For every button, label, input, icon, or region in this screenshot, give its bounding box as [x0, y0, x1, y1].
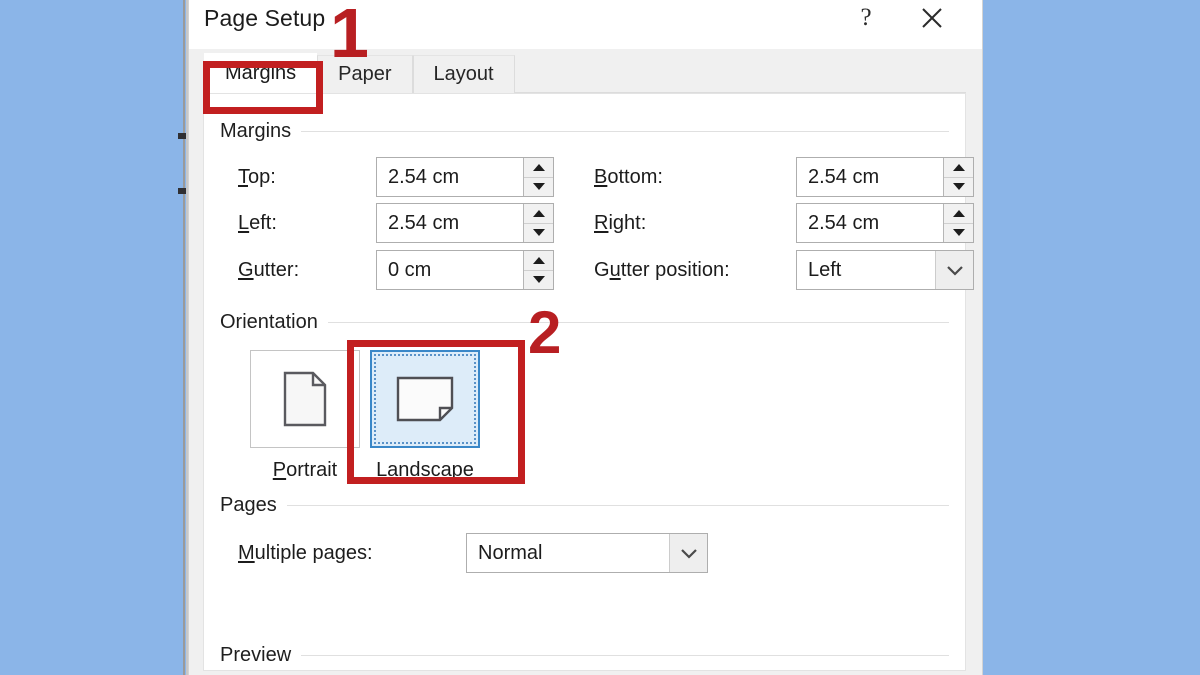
top-margin-spinner[interactable]: 2.54 cm — [376, 157, 554, 197]
multiple-pages-dropdown[interactable]: Normal — [466, 533, 708, 573]
top-margin-decrement-button[interactable] — [524, 178, 553, 197]
right-margin-decrement-button[interactable] — [944, 224, 973, 243]
margins-tab-panel: Margins Top: 2.54 cm Bottom: 2.54 cm Lef… — [203, 93, 974, 671]
question-mark-icon: ? — [860, 4, 872, 31]
tab-layout[interactable]: Layout — [412, 55, 515, 93]
gutter-decrement-button[interactable] — [524, 271, 553, 290]
triangle-down-icon — [532, 276, 545, 284]
gutter-position-label: Gutter position: — [594, 259, 730, 281]
tab-paper[interactable]: Paper — [317, 55, 413, 93]
preview-group-label: Preview — [220, 644, 292, 666]
top-margin-spin-buttons — [523, 158, 553, 196]
triangle-down-icon — [952, 183, 965, 191]
multiple-pages-value: Normal — [478, 541, 543, 564]
triangle-up-icon — [532, 163, 545, 171]
chevron-down-icon — [946, 265, 963, 276]
right-margin-increment-button[interactable] — [944, 204, 973, 224]
top-margin-increment-button[interactable] — [524, 158, 553, 178]
gutter-value[interactable]: 0 cm — [377, 251, 523, 289]
left-margin-spinner[interactable]: 2.54 cm — [376, 203, 554, 243]
right-margin-label: Right: — [594, 212, 647, 234]
dialog-title: Page Setup — [204, 5, 326, 31]
triangle-up-icon — [532, 209, 545, 217]
left-margin-increment-button[interactable] — [524, 204, 553, 224]
gutter-spin-buttons — [523, 251, 553, 289]
landscape-icon-wrap — [372, 352, 478, 446]
tab-margins-label: Margins — [225, 62, 297, 84]
close-button[interactable] — [906, 0, 958, 39]
left-margin-label: Left: — [238, 212, 277, 234]
portrait-orientation-option[interactable] — [250, 350, 360, 448]
portrait-orientation-caption: Portrait — [272, 459, 338, 481]
triangle-up-icon — [952, 163, 965, 171]
bottom-margin-decrement-button[interactable] — [944, 178, 973, 197]
left-margin-spin-buttons — [523, 204, 553, 242]
gutter-position-value: Left — [808, 258, 842, 281]
bottom-margin-value[interactable]: 2.54 cm — [797, 158, 943, 196]
help-button[interactable]: ? — [840, 0, 892, 39]
top-margin-label: Top: — [238, 166, 276, 188]
dialog-titlebar: Page Setup ? — [189, 0, 982, 49]
bottom-margin-label: Bottom: — [594, 166, 663, 188]
chevron-down-icon — [680, 548, 697, 559]
screen-background: Page Setup ? Margins Paper Layout Margin… — [0, 0, 1200, 675]
group-separator-rule — [301, 655, 949, 656]
orientation-group-header: Orientation — [220, 311, 949, 334]
landscape-orientation-option[interactable] — [370, 350, 480, 448]
bottom-margin-spin-buttons — [943, 158, 973, 196]
gutter-increment-button[interactable] — [524, 251, 553, 271]
ruler-tick-mark — [178, 133, 186, 139]
ruler-tick-mark — [178, 188, 186, 194]
triangle-down-icon — [952, 229, 965, 237]
left-margin-decrement-button[interactable] — [524, 224, 553, 243]
bottom-margin-increment-button[interactable] — [944, 158, 973, 178]
multiple-pages-label: Multiple pages: — [238, 542, 373, 564]
multiple-pages-dropdown-arrow[interactable] — [669, 534, 707, 572]
preview-group-header: Preview — [220, 644, 949, 667]
tab-layout-label: Layout — [433, 63, 494, 85]
triangle-down-icon — [532, 183, 545, 191]
tab-paper-label: Paper — [338, 63, 392, 85]
bottom-margin-spinner[interactable]: 2.54 cm — [796, 157, 974, 197]
right-margin-spinner[interactable]: 2.54 cm — [796, 203, 974, 243]
group-separator-rule — [301, 131, 949, 132]
dialog-tabstrip: Margins Paper Layout — [189, 49, 982, 93]
pages-group-header: Pages — [220, 494, 949, 517]
page-landscape-icon — [396, 376, 454, 422]
tab-list: Margins Paper Layout — [204, 53, 515, 93]
page-setup-dialog: Page Setup ? Margins Paper Layout Margin… — [188, 0, 983, 675]
top-margin-value[interactable]: 2.54 cm — [377, 158, 523, 196]
triangle-down-icon — [532, 229, 545, 237]
triangle-up-icon — [952, 209, 965, 217]
landscape-orientation-caption: Landscape — [376, 459, 474, 481]
group-separator-rule — [327, 322, 949, 323]
left-margin-value[interactable]: 2.54 cm — [377, 204, 523, 242]
gutter-spinner[interactable]: 0 cm — [376, 250, 554, 290]
margins-group-label: Margins — [220, 120, 292, 142]
orientation-group-label: Orientation — [220, 311, 318, 333]
gutter-position-dropdown[interactable]: Left — [796, 250, 974, 290]
portrait-icon-wrap — [251, 351, 359, 447]
group-separator-rule — [286, 505, 949, 506]
tab-margins[interactable]: Margins — [204, 53, 318, 93]
margins-group-header: Margins — [220, 120, 949, 143]
right-margin-value[interactable]: 2.54 cm — [797, 204, 943, 242]
close-icon — [922, 8, 942, 28]
right-margin-spin-buttons — [943, 204, 973, 242]
page-portrait-icon — [283, 371, 327, 427]
triangle-up-icon — [532, 256, 545, 264]
gutter-label: Gutter: — [238, 259, 300, 281]
gutter-position-dropdown-arrow[interactable] — [935, 251, 973, 289]
pages-group-label: Pages — [220, 494, 277, 516]
document-ruler-line — [183, 0, 185, 675]
